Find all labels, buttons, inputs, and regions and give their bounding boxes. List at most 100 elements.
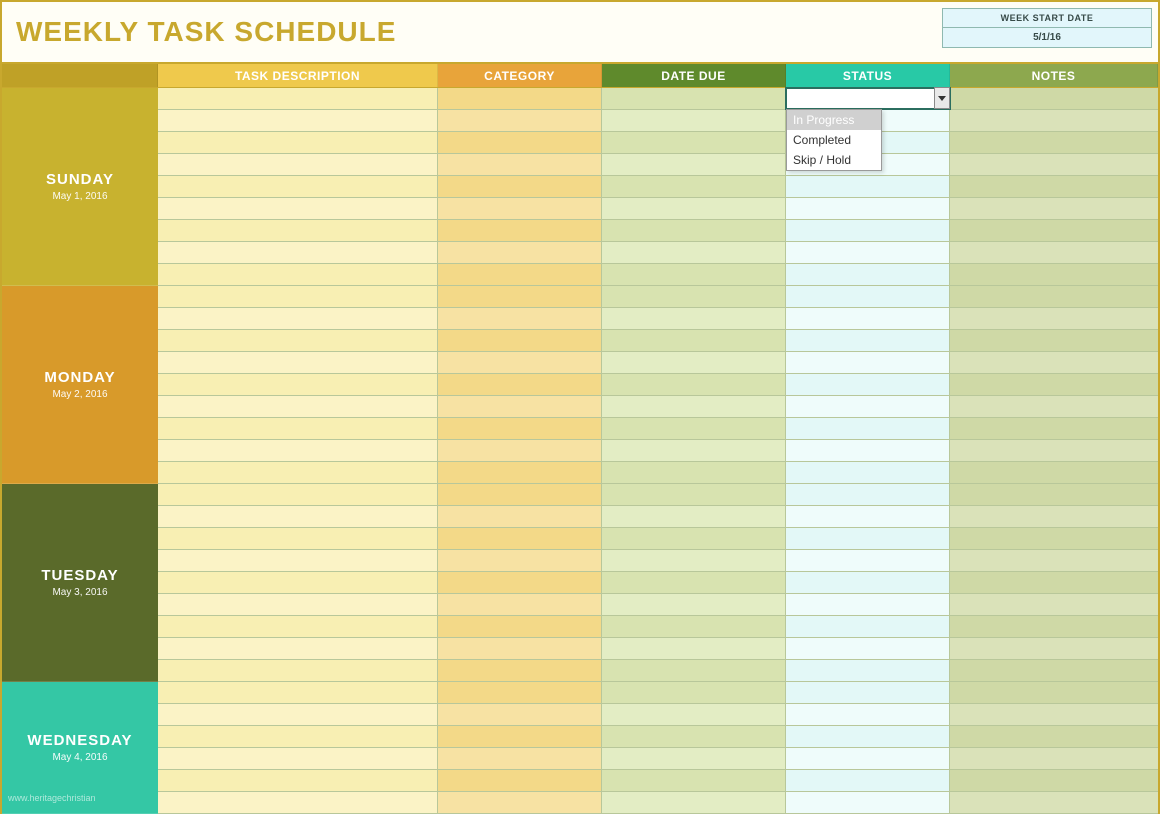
notes-cell[interactable] [950,198,1158,219]
notes-cell[interactable] [950,154,1158,175]
task-cell[interactable] [158,660,438,681]
status-cell[interactable]: In ProgressCompletedSkip / Hold [786,88,950,109]
task-cell[interactable] [158,374,438,395]
task-cell[interactable] [158,572,438,593]
category-cell[interactable] [438,550,602,571]
task-cell[interactable] [158,594,438,615]
status-cell[interactable] [786,704,950,725]
task-cell[interactable] [158,176,438,197]
due-cell[interactable] [602,792,786,813]
task-cell[interactable] [158,682,438,703]
status-cell[interactable] [786,572,950,593]
notes-cell[interactable] [950,396,1158,417]
due-cell[interactable] [602,550,786,571]
category-cell[interactable] [438,418,602,439]
status-cell[interactable] [786,748,950,769]
due-cell[interactable] [602,330,786,351]
notes-cell[interactable] [950,110,1158,131]
category-cell[interactable] [438,154,602,175]
task-cell[interactable] [158,638,438,659]
due-cell[interactable] [602,682,786,703]
task-cell[interactable] [158,220,438,241]
task-cell[interactable] [158,352,438,373]
category-cell[interactable] [438,440,602,461]
status-cell[interactable] [786,638,950,659]
due-cell[interactable] [602,198,786,219]
task-cell[interactable] [158,550,438,571]
category-cell[interactable] [438,220,602,241]
category-cell[interactable] [438,748,602,769]
category-cell[interactable] [438,198,602,219]
category-cell[interactable] [438,286,602,307]
due-cell[interactable] [602,506,786,527]
due-cell[interactable] [602,374,786,395]
status-option[interactable]: Completed [787,130,881,150]
category-cell[interactable] [438,110,602,131]
category-cell[interactable] [438,330,602,351]
notes-cell[interactable] [950,88,1158,109]
due-cell[interactable] [602,660,786,681]
due-cell[interactable] [602,616,786,637]
task-cell[interactable] [158,418,438,439]
status-cell[interactable] [786,484,950,505]
task-cell[interactable] [158,440,438,461]
notes-cell[interactable] [950,726,1158,747]
category-cell[interactable] [438,506,602,527]
status-cell[interactable] [786,264,950,285]
notes-cell[interactable] [950,440,1158,461]
status-cell[interactable] [786,682,950,703]
notes-cell[interactable] [950,286,1158,307]
notes-cell[interactable] [950,704,1158,725]
due-cell[interactable] [602,396,786,417]
task-cell[interactable] [158,792,438,813]
status-cell[interactable] [786,396,950,417]
category-cell[interactable] [438,484,602,505]
notes-cell[interactable] [950,638,1158,659]
category-cell[interactable] [438,594,602,615]
due-cell[interactable] [602,88,786,109]
due-cell[interactable] [602,484,786,505]
due-cell[interactable] [602,440,786,461]
category-cell[interactable] [438,88,602,109]
due-cell[interactable] [602,264,786,285]
due-cell[interactable] [602,638,786,659]
notes-cell[interactable] [950,242,1158,263]
category-cell[interactable] [438,374,602,395]
notes-cell[interactable] [950,308,1158,329]
category-cell[interactable] [438,616,602,637]
category-cell[interactable] [438,704,602,725]
notes-cell[interactable] [950,418,1158,439]
status-cell[interactable] [786,418,950,439]
task-cell[interactable] [158,484,438,505]
task-cell[interactable] [158,286,438,307]
notes-cell[interactable] [950,462,1158,483]
task-cell[interactable] [158,110,438,131]
category-cell[interactable] [438,770,602,791]
notes-cell[interactable] [950,770,1158,791]
week-start-date[interactable]: 5/1/16 [943,28,1151,47]
status-cell[interactable] [786,770,950,791]
dropdown-button[interactable] [934,87,950,109]
task-cell[interactable] [158,330,438,351]
due-cell[interactable] [602,154,786,175]
notes-cell[interactable] [950,484,1158,505]
due-cell[interactable] [602,594,786,615]
notes-cell[interactable] [950,792,1158,813]
task-cell[interactable] [158,616,438,637]
category-cell[interactable] [438,308,602,329]
status-cell[interactable] [786,792,950,813]
category-cell[interactable] [438,792,602,813]
task-cell[interactable] [158,198,438,219]
due-cell[interactable] [602,220,786,241]
notes-cell[interactable] [950,528,1158,549]
due-cell[interactable] [602,748,786,769]
category-cell[interactable] [438,176,602,197]
category-cell[interactable] [438,572,602,593]
status-cell[interactable] [786,286,950,307]
notes-cell[interactable] [950,374,1158,395]
task-cell[interactable] [158,528,438,549]
due-cell[interactable] [602,242,786,263]
due-cell[interactable] [602,528,786,549]
notes-cell[interactable] [950,330,1158,351]
due-cell[interactable] [602,352,786,373]
